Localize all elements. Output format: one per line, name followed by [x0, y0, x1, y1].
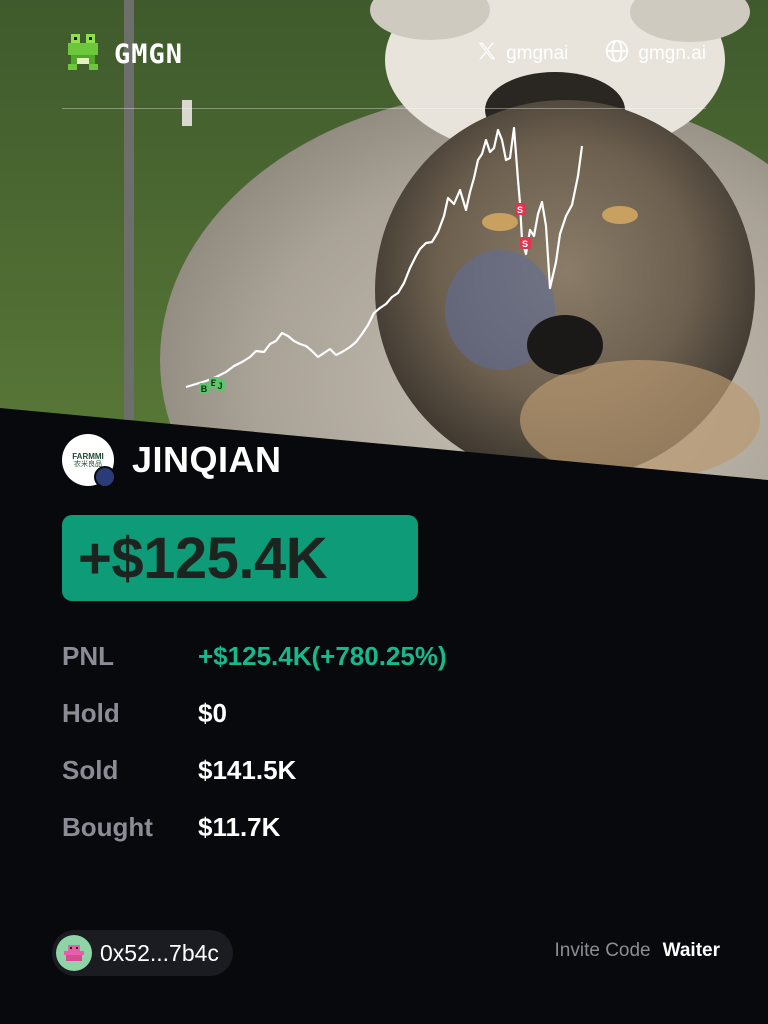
stat-value: +$125.4K(+780.25%) [198, 641, 447, 671]
frog-icon [62, 31, 104, 78]
invite-code: Invite Code Waiter [555, 940, 721, 962]
stat-value: $141.5K [198, 755, 297, 785]
website-url: gmgn.ai [638, 43, 706, 64]
brand[interactable]: GMGN [62, 31, 183, 78]
svg-text:J: J [217, 381, 222, 391]
stat-label: PNL [62, 641, 114, 671]
stat-label: Hold [62, 698, 120, 728]
stat-row-bought: Bought $11.7K [62, 799, 447, 856]
invite-code-value[interactable]: Waiter [663, 940, 720, 962]
stats-list: PNL +$125.4K(+780.25%) Hold $0 Sold $141… [62, 628, 447, 856]
social-links: gmgnai gmgn.ai [476, 38, 706, 70]
twitter-handle: gmgnai [506, 43, 569, 64]
stat-row-pnl: PNL +$125.4K(+780.25%) [62, 628, 447, 685]
svg-text:S: S [517, 205, 523, 215]
stat-label: Bought [62, 812, 153, 842]
brand-name: GMGN [114, 38, 184, 70]
avatar [56, 935, 92, 971]
twitter-link[interactable]: gmgnai [476, 40, 568, 68]
wallet-chip[interactable]: 0x52...7b4c [52, 930, 233, 976]
header: GMGN gmgnai gmgn.ai [62, 28, 706, 80]
svg-text:B: B [201, 384, 208, 394]
token-info: FARMMI 农米良品 JINQIAN [62, 434, 282, 488]
price-line [185, 126, 584, 389]
chain-badge-icon [94, 466, 116, 488]
pnl-headline: +$125.4K [78, 525, 328, 591]
pnl-share-card: B B J S S GMGN gmgnai gmgn.ai FARMMI 农米良… [0, 0, 768, 1024]
website-link[interactable]: gmgn.ai [604, 38, 706, 70]
globe-icon [604, 38, 630, 70]
stat-value: $0 [198, 698, 227, 728]
wallet-address: 0x52...7b4c [100, 939, 219, 966]
token-logo: FARMMI 农米良品 [62, 434, 116, 488]
token-logo-text: FARMMI [72, 451, 104, 461]
sell-marker: S [520, 237, 531, 249]
stat-value: $11.7K [198, 812, 281, 842]
header-divider [62, 108, 706, 109]
stat-label: Sold [62, 755, 119, 785]
invite-label: Invite Code [554, 940, 651, 961]
stat-row-hold: Hold $0 [62, 685, 447, 742]
stat-row-sold: Sold $141.5K [62, 742, 447, 799]
buy-marker: B [199, 383, 209, 394]
buy-marker: J [215, 380, 225, 391]
svg-text:S: S [522, 239, 528, 249]
sell-marker: S [515, 203, 526, 215]
pnl-headline-badge: +$125.4K [62, 515, 418, 601]
x-icon [476, 40, 498, 68]
token-name: JINQIAN [132, 439, 282, 480]
